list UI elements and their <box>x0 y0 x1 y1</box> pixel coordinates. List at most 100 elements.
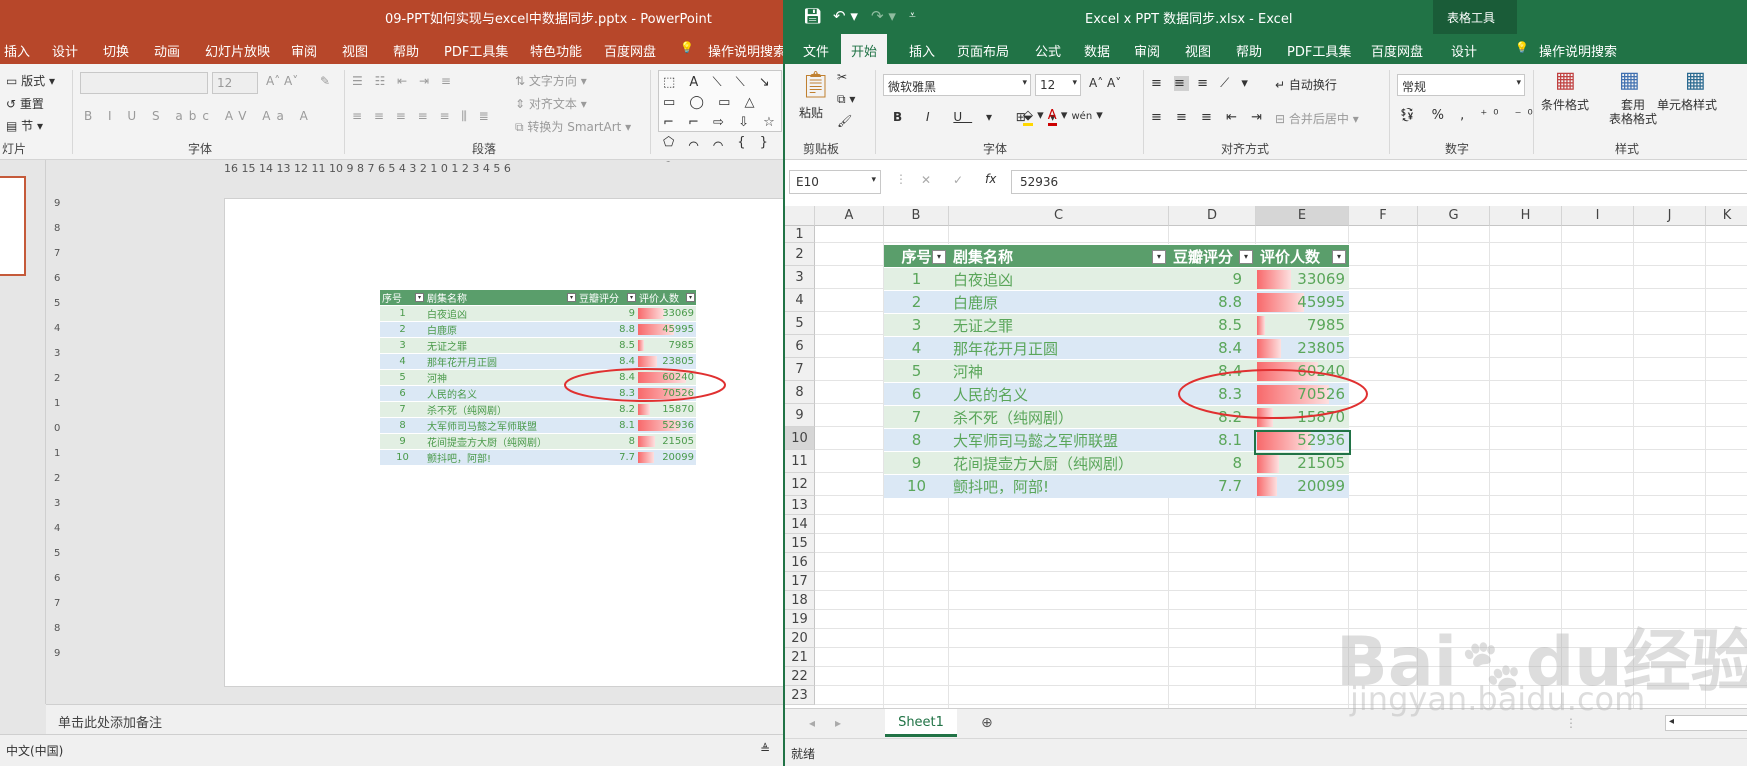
filter-dropdown-icon[interactable]: ▾ <box>686 293 695 302</box>
filter-dropdown-icon[interactable]: ▾ <box>932 250 946 264</box>
row-header[interactable]: 6 <box>785 335 815 358</box>
font-size-dropdown[interactable]: 12 ▾ <box>1035 74 1081 96</box>
cell-no[interactable]: 9 <box>884 451 949 475</box>
row-header[interactable]: 17 <box>785 572 815 591</box>
ppt-shapes-gallery[interactable]: ⬚ A ⟍ ⟍ ↘ ▭ ◯ ▭ △ ⌐ ⌐ ⇨ ⇩ ☆ ⬠ ⌒ ⌒ { } ⌒ <box>658 70 782 170</box>
ppt-tab-special[interactable]: 特色功能 <box>530 41 582 60</box>
ppt-convert-smartart[interactable]: ⧉ 转换为 SmartArt ▾ <box>515 118 631 135</box>
cell-votes[interactable]: 23805 <box>1256 336 1349 360</box>
ppt-tab-design[interactable]: 设计 <box>52 41 78 60</box>
row-header[interactable]: 23 <box>785 686 815 705</box>
cut-icon[interactable]: ✂ <box>837 70 847 84</box>
ppt-tab-slideshow[interactable]: 幻灯片放映 <box>205 41 270 60</box>
row-header[interactable]: 22 <box>785 667 815 686</box>
xl-tab-file[interactable]: 文件 <box>803 41 829 60</box>
ppt-tab-review[interactable]: 审阅 <box>291 41 317 60</box>
cell-no[interactable]: 7 <box>884 405 949 429</box>
cell-no[interactable]: 3 <box>884 313 949 337</box>
xl-tab-review[interactable]: 审阅 <box>1134 41 1160 60</box>
cell-name[interactable]: 人民的名义 <box>949 382 1169 406</box>
cell-score[interactable]: 8 <box>1169 451 1256 475</box>
row-header[interactable]: 12 <box>785 473 815 496</box>
ppt-tab-baidu[interactable]: 百度网盘 <box>604 41 656 60</box>
list-icons[interactable]: ☰ ☷ ⇤ ⇥ ≡ <box>352 74 455 88</box>
column-header-k[interactable]: K <box>1706 206 1747 226</box>
column-header-d[interactable]: D <box>1169 206 1256 226</box>
font-name-dropdown[interactable]: 微软雅黑 ▾ <box>883 74 1031 96</box>
column-header-b[interactable]: B <box>884 206 949 226</box>
sheet-tab-sheet1[interactable]: Sheet1 <box>885 709 957 737</box>
sheet-nav-prev-icon[interactable]: ◂ <box>809 716 815 730</box>
number-format-dropdown[interactable]: 常规 ▾ <box>1397 74 1525 96</box>
ppt-tell-me-search[interactable]: 操作说明搜索 <box>708 41 783 60</box>
xl-tab-page-layout[interactable]: 页面布局 <box>957 41 1009 60</box>
cell-styles-button[interactable]: 单元格样式 <box>1657 96 1717 113</box>
cell-name[interactable]: 白夜追凶 <box>949 267 1169 291</box>
row-header[interactable]: 16 <box>785 553 815 572</box>
column-header-j[interactable]: J <box>1634 206 1706 226</box>
number-format-icons[interactable]: 💱︎ % , ⁺⁰ ⁻⁰ <box>1399 108 1539 123</box>
filter-dropdown-icon[interactable]: ▾ <box>567 293 576 302</box>
row-header[interactable]: 3 <box>785 266 815 289</box>
column-header-e[interactable]: E <box>1256 206 1349 226</box>
ppt-font-size-dropdown[interactable]: 12 <box>212 72 258 94</box>
scroll-left-icon[interactable]: ◂ <box>1669 716 1674 727</box>
vertical-align-icons[interactable]: ≡ ≡ ≡ ⟋ ▾ <box>1151 76 1252 91</box>
cell-score[interactable]: 8.8 <box>1169 290 1256 314</box>
horizontal-scrollbar[interactable]: ◂ <box>1665 715 1747 731</box>
ppt-tab-pdf[interactable]: PDF工具集 <box>444 41 508 60</box>
column-header-c[interactable]: C <box>949 206 1169 226</box>
row-header[interactable]: 18 <box>785 591 815 610</box>
formula-input[interactable]: 52936 <box>1011 170 1747 194</box>
ppt-font-name-dropdown[interactable] <box>80 72 208 94</box>
filter-dropdown-icon[interactable]: ▾ <box>415 293 424 302</box>
ppt-font-style-buttons[interactable]: B I U S abc AV Aa A <box>84 109 314 123</box>
quick-access-menu-icon[interactable]: ⩡ <box>909 8 916 23</box>
save-icon[interactable]: 💾︎ <box>803 7 822 25</box>
xl-tab-formulas[interactable]: 公式 <box>1035 41 1061 60</box>
xl-tab-design[interactable]: 设计 <box>1451 41 1477 60</box>
ppt-tab-help[interactable]: 帮助 <box>393 41 419 60</box>
wrap-text-button[interactable]: ↵ 自动换行 <box>1275 76 1337 93</box>
filter-dropdown-icon[interactable]: ▾ <box>1332 250 1346 264</box>
cell-name[interactable]: 颤抖吧，阿部! <box>949 474 1169 498</box>
row-header[interactable]: 7 <box>785 358 815 381</box>
ppt-tab-transitions[interactable]: 切换 <box>103 41 129 60</box>
ppt-tab-animations[interactable]: 动画 <box>154 41 180 60</box>
row-header[interactable]: 5 <box>785 312 815 335</box>
paste-icon[interactable]: 📋︎ <box>799 70 832 100</box>
paragraph-align-icons[interactable]: ≡ ≡ ≡ ≡ ≡ ⫼ ≣ <box>352 109 493 124</box>
row-header[interactable]: 8 <box>785 381 815 404</box>
row-header[interactable]: 13 <box>785 496 815 515</box>
cell-votes[interactable]: 33069 <box>1256 267 1349 291</box>
filter-dropdown-icon[interactable]: ▾ <box>1152 250 1166 264</box>
add-sheet-icon[interactable]: ⊕ <box>981 715 993 731</box>
cell-no[interactable]: 10 <box>884 474 949 498</box>
row-header[interactable]: 20 <box>785 629 815 648</box>
cell-no[interactable]: 6 <box>884 382 949 406</box>
row-header[interactable]: 2 <box>785 243 815 266</box>
row-header[interactable]: 19 <box>785 610 815 629</box>
ppt-text-direction[interactable]: ⇅ 文字方向 ▾ <box>515 72 587 89</box>
select-all-corner[interactable] <box>785 206 815 226</box>
row-header[interactable]: 15 <box>785 534 815 553</box>
column-header-g[interactable]: G <box>1418 206 1490 226</box>
ppt-section-button[interactable]: ▤ 节 ▾ <box>6 117 43 134</box>
xl-tab-view[interactable]: 视图 <box>1185 41 1211 60</box>
row-header[interactable]: 9 <box>785 404 815 427</box>
merge-center-button[interactable]: ⊟ 合并后居中 ▾ <box>1275 110 1359 127</box>
name-box[interactable]: E10 ▾ <box>789 170 881 194</box>
xl-tell-me-search[interactable]: 操作说明搜索 <box>1539 41 1617 60</box>
cell-no[interactable]: 2 <box>884 290 949 314</box>
ppt-tab-insert[interactable]: 插入 <box>4 41 30 60</box>
row-header[interactable]: 11 <box>785 450 815 473</box>
cell-name[interactable]: 大军师司马懿之军师联盟 <box>949 428 1169 452</box>
cell-name[interactable]: 杀不死（纯网剧） <box>949 405 1169 429</box>
format-painter-icon[interactable]: 🖌︎ <box>837 114 852 128</box>
row-header[interactable]: 10 <box>785 427 815 450</box>
xl-tab-pdf[interactable]: PDF工具集 <box>1287 41 1351 60</box>
insert-function-icon[interactable]: fx <box>985 172 996 186</box>
row-header[interactable]: 1 <box>785 226 815 243</box>
clear-format-icon[interactable]: ✎ <box>320 74 330 88</box>
ppt-slide-thumbnail[interactable] <box>0 176 26 276</box>
